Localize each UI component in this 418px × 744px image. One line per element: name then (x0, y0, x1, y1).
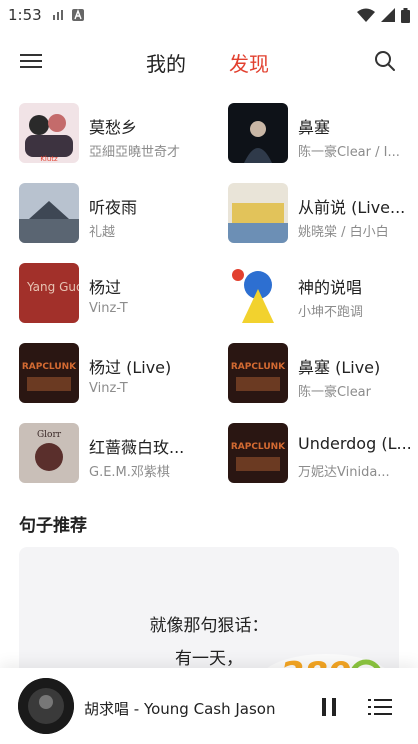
song-title: 红蔷薇白玫... (89, 438, 185, 457)
mini-player: 胡求唱 - Young Cash Jason (0, 668, 418, 744)
song-title: 鼻塞 (298, 118, 331, 137)
tab-discover[interactable]: 发现 (229, 48, 269, 77)
menu-button[interactable] (20, 50, 44, 72)
status-right (357, 7, 410, 23)
cover-text: RAPCLUNK (231, 442, 286, 452)
song-artist: 陈一豪Clear (298, 385, 371, 400)
cellular-icon (381, 8, 395, 22)
song-artist: Vinz-T (89, 301, 128, 316)
song-title: 鼻塞 (Live) (298, 358, 381, 377)
song-item[interactable]: 神的说唱 小坤不跑调 (228, 263, 418, 325)
song-cover: Glorr (19, 423, 79, 483)
song-title: 从前说 (Live... (298, 198, 406, 217)
song-cover: RAPCLUNK (19, 343, 79, 403)
song-artist: 陈一豪Clear / I... (298, 145, 400, 160)
song-cover (228, 103, 288, 163)
tab-mine[interactable]: 我的 (146, 48, 186, 77)
cover-text: Glorr (37, 430, 62, 440)
playlist-icon[interactable] (368, 696, 392, 718)
song-artist: G.E.M.邓紫棋 (89, 465, 170, 480)
status-bar: 1:53 (0, 0, 418, 30)
song-cover: RAPCLUNK (228, 423, 288, 483)
song-title: Underdog (L... (298, 434, 412, 453)
cover-text: Klutz (40, 155, 58, 163)
a-box-icon (71, 9, 84, 21)
song-title: 听夜雨 (89, 198, 138, 217)
song-artist: 万妮达Vinida... (298, 465, 390, 480)
song-item[interactable]: 从前说 (Live... 姚晓棠 / 白小白 (228, 183, 418, 245)
top-nav: 我的 发现 (0, 40, 418, 82)
song-item[interactable]: RAPCLUNK 杨过 (Live) Vinz-T (19, 343, 209, 405)
song-artist: 小坤不跑调 (298, 305, 364, 320)
search-icon[interactable] (374, 50, 396, 72)
song-item[interactable]: Klutz 莫愁乡 亞細亞曉世奇才 (19, 103, 209, 165)
song-cover (19, 183, 79, 243)
signal-bars-icon (52, 10, 63, 20)
song-title: 莫愁乡 (89, 118, 138, 137)
song-cover: Yang Guo (19, 263, 79, 323)
song-title: 杨过 (Live) (89, 358, 172, 377)
cover-text: Yang Guo (26, 280, 79, 294)
song-cover (228, 183, 288, 243)
song-item[interactable]: Yang Guo 杨过 Vinz-T (19, 263, 209, 325)
song-cover: RAPCLUNK (228, 343, 288, 403)
song-cover (228, 263, 288, 323)
quotes-section-title: 句子推荐 (19, 516, 87, 536)
wifi-icon (357, 8, 375, 22)
cover-text: RAPCLUNK (231, 362, 286, 372)
song-artist: 亞細亞曉世奇才 (89, 145, 181, 160)
player-cover[interactable] (18, 678, 74, 734)
song-cover: Klutz (19, 103, 79, 163)
song-title: 神的说唱 (298, 278, 363, 297)
pause-icon[interactable] (319, 696, 339, 718)
song-item[interactable]: 鼻塞 陈一豪Clear / I... (228, 103, 418, 165)
song-item[interactable]: RAPCLUNK Underdog (L... 万妮达Vinida... (228, 423, 418, 485)
quote-line: 就像那句狠话： (149, 616, 269, 636)
song-title: 杨过 (89, 278, 122, 297)
song-artist: 姚晓棠 / 白小白 (298, 225, 389, 240)
quote-line: 有一天， (175, 649, 243, 669)
player-now-playing: 胡求唱 - Young Cash Jason (84, 700, 276, 718)
cover-text: RAPCLUNK (22, 362, 77, 372)
menu-icon (20, 54, 42, 56)
song-artist: Vinz-T (89, 381, 128, 396)
song-item[interactable]: RAPCLUNK 鼻塞 (Live) 陈一豪Clear (228, 343, 418, 405)
status-notifications (52, 9, 84, 21)
song-artist: 礼越 (89, 225, 116, 240)
battery-icon (401, 7, 410, 23)
song-item[interactable]: Glorr 红蔷薇白玫... G.E.M.邓紫棋 (19, 423, 209, 485)
song-item[interactable]: 听夜雨 礼越 (19, 183, 209, 245)
status-time: 1:53 (8, 6, 42, 24)
